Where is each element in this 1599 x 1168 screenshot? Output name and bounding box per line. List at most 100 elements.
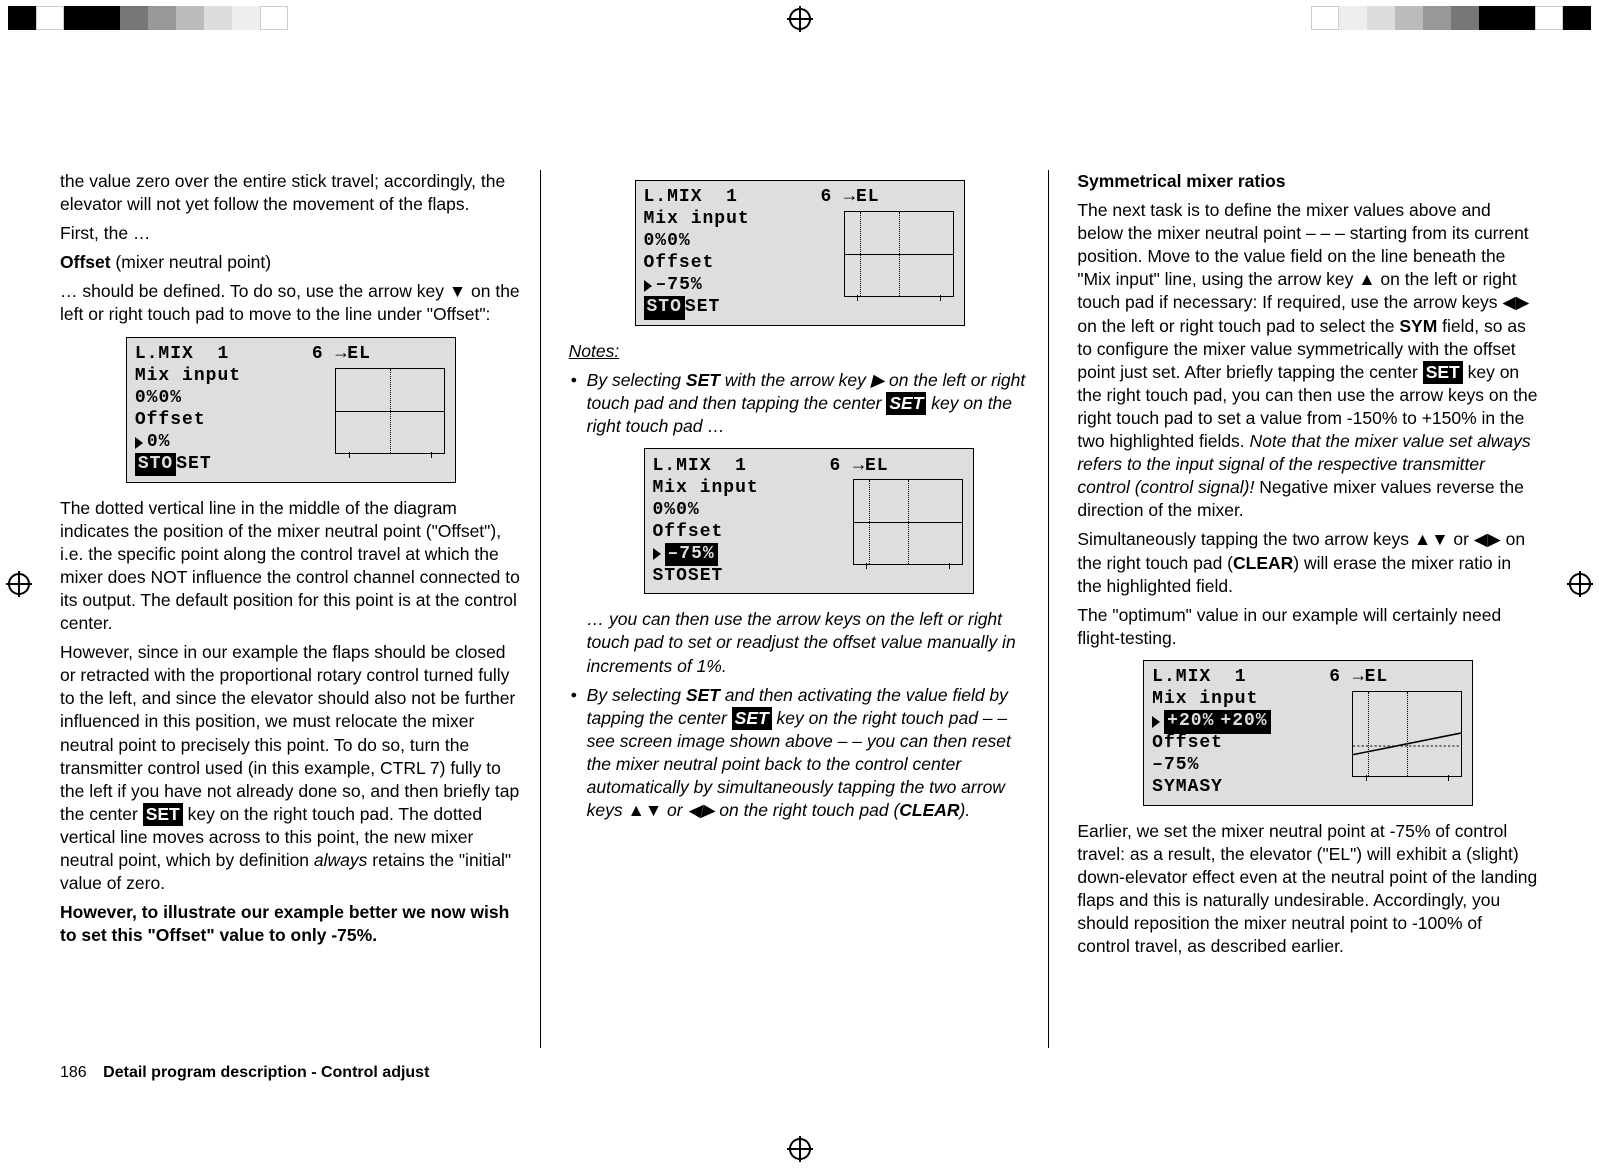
c3-p4: Earlier, we set the mixer neutral point … bbox=[1077, 820, 1539, 959]
lcd2-offset-label: Offset bbox=[644, 252, 715, 276]
n2a: By selecting bbox=[587, 685, 686, 705]
lcd3-title: L.MIX 1 6 bbox=[653, 455, 854, 479]
c1-p5a: However, since in our example the flaps … bbox=[60, 642, 519, 824]
c3-p1c: on the left or right touch pad to select… bbox=[1077, 316, 1399, 336]
arrow-right-icon: → bbox=[1353, 666, 1365, 690]
up-arrow-icon: ▲ bbox=[628, 800, 645, 820]
lcd4-sym: SYM bbox=[1152, 776, 1187, 800]
lcd4-val-r: +20% bbox=[1217, 710, 1270, 734]
offset-heading-tail: (mixer neutral point) bbox=[111, 252, 271, 272]
left-arrow-icon: ◀ bbox=[1502, 292, 1515, 312]
column-1: the value zero over the entire stick tra… bbox=[60, 170, 541, 1048]
lcd4-title: L.MIX 1 6 bbox=[1152, 666, 1353, 690]
c1-p6: However, to illustrate our example bette… bbox=[60, 901, 522, 947]
lcd2-mix-input: Mix input bbox=[644, 208, 750, 232]
page-footer: 186 Detail program description - Control… bbox=[60, 1064, 429, 1082]
c3-heading: Symmetrical mixer ratios bbox=[1077, 170, 1539, 193]
lcd3-graph bbox=[853, 479, 963, 565]
lcd-screen-3: L.MIX 1 6 →EL Mix input 0% 0% Offset –75… bbox=[644, 448, 974, 594]
lcd2-set: SET bbox=[685, 296, 720, 320]
registration-mark-left bbox=[8, 573, 30, 595]
c3-p3: The "optimum" value in our example will … bbox=[1077, 604, 1539, 650]
lcd1-sto: STO bbox=[135, 453, 176, 477]
right-arrow-icon: ▶ bbox=[701, 800, 714, 820]
n1c: with the arrow key bbox=[720, 370, 871, 390]
lcd4-mix-input: Mix input bbox=[1152, 688, 1258, 712]
lcd1-graph bbox=[335, 368, 445, 454]
lcd1-title: L.MIX 1 6 bbox=[135, 343, 336, 367]
mixer-curve-icon bbox=[1353, 692, 1461, 800]
notes-heading: Notes: bbox=[569, 340, 1031, 363]
cursor-icon bbox=[644, 280, 652, 292]
notes-list: By selecting SET with the arrow key ▶ on… bbox=[569, 369, 1031, 822]
lcd3-offset-label: Offset bbox=[653, 521, 724, 545]
c1-p3a: … should be defined. To do so, use the a… bbox=[60, 281, 449, 301]
page-body: the value zero over the entire stick tra… bbox=[60, 170, 1539, 1048]
c3-p2b: or bbox=[1449, 529, 1474, 549]
left-arrow-icon: ◀ bbox=[687, 800, 700, 820]
footer-title: Detail program description - Control adj… bbox=[103, 1064, 429, 1081]
cursor-icon bbox=[653, 548, 661, 560]
arrow-right-icon: → bbox=[844, 186, 856, 210]
set-badge: SET bbox=[1423, 361, 1463, 384]
lcd2-graph bbox=[844, 211, 954, 297]
lcd3-sto: STO bbox=[653, 565, 688, 589]
right-arrow-icon: ▶ bbox=[1516, 292, 1529, 312]
down-arrow-icon: ▼ bbox=[449, 281, 466, 301]
down-arrow-icon: ▼ bbox=[1431, 529, 1448, 549]
set-badge: SET bbox=[143, 803, 183, 826]
c3-p1d: SYM bbox=[1399, 316, 1437, 336]
lcd2-title-tail: EL bbox=[856, 186, 880, 210]
set-badge: SET bbox=[732, 707, 772, 730]
lcd3-val-l: 0% bbox=[653, 499, 677, 523]
c3-p2a: Simultaneously tapping the two arrow key… bbox=[1077, 529, 1414, 549]
c1-p5: However, since in our example the flaps … bbox=[60, 641, 522, 895]
c1-p3: … should be defined. To do so, use the a… bbox=[60, 280, 522, 326]
lcd3-val-r: 0% bbox=[676, 499, 700, 523]
registration-mark-right bbox=[1569, 573, 1591, 595]
lcd4-asy: ASY bbox=[1188, 776, 1223, 800]
lcd1-set: SET bbox=[176, 453, 211, 477]
down-arrow-icon: ▼ bbox=[645, 800, 662, 820]
lcd1-mix-input: Mix input bbox=[135, 365, 241, 389]
n2h: ). bbox=[960, 800, 971, 820]
lcd1-val-r: 0% bbox=[158, 387, 182, 411]
left-arrow-icon: ◀ bbox=[1474, 529, 1487, 549]
lcd2-sto: STO bbox=[644, 296, 685, 320]
n1a: By selecting bbox=[587, 370, 686, 390]
lcd3-set: SET bbox=[688, 565, 723, 589]
lcd-screen-4: L.MIX 1 6 →EL Mix input +20% +20% Offset… bbox=[1143, 660, 1473, 806]
n2g: CLEAR bbox=[899, 800, 959, 820]
arrow-right-icon: → bbox=[853, 455, 865, 479]
column-2: L.MIX 1 6 →EL Mix input 0% 0% Offset –75… bbox=[569, 170, 1050, 1048]
lcd1-offset-val: 0% bbox=[147, 431, 171, 455]
offset-heading-word: Offset bbox=[60, 252, 111, 272]
note-2: By selecting SET and then activating the… bbox=[569, 684, 1031, 823]
cursor-icon bbox=[1152, 716, 1160, 728]
color-bar-right bbox=[1311, 6, 1591, 30]
lcd2-val-r: 0% bbox=[667, 230, 691, 254]
set-badge: SET bbox=[886, 392, 926, 415]
note-1: By selecting SET with the arrow key ▶ on… bbox=[569, 369, 1031, 678]
lcd1-val-l: 0% bbox=[135, 387, 159, 411]
lcd1-title-tail: EL bbox=[347, 343, 371, 367]
lcd2-title: L.MIX 1 6 bbox=[644, 186, 845, 210]
lcd4-offset-val: –75% bbox=[1152, 754, 1199, 778]
lcd4-offset-label: Offset bbox=[1152, 732, 1223, 756]
c1-p5c: always bbox=[314, 850, 368, 870]
lcd3-offset-val: –75% bbox=[665, 543, 718, 567]
c1-offset-heading: Offset (mixer neutral point) bbox=[60, 251, 522, 274]
c1-p1: the value zero over the entire stick tra… bbox=[60, 170, 522, 216]
n2e: or bbox=[662, 800, 687, 820]
lcd3-title-tail: EL bbox=[865, 455, 889, 479]
c1-p2: First, the … bbox=[60, 222, 522, 245]
lcd4-graph bbox=[1352, 691, 1462, 777]
n2b: SET bbox=[686, 685, 720, 705]
registration-mark-bottom bbox=[789, 1138, 811, 1160]
lcd1-offset-label: Offset bbox=[135, 409, 206, 433]
right-arrow-icon: ▶ bbox=[1487, 529, 1500, 549]
right-arrow-icon: ▶ bbox=[871, 370, 884, 390]
c3-p2: Simultaneously tapping the two arrow key… bbox=[1077, 528, 1539, 597]
c3-p2d: CLEAR bbox=[1233, 553, 1293, 573]
c1-p4: The dotted vertical line in the middle o… bbox=[60, 497, 522, 636]
